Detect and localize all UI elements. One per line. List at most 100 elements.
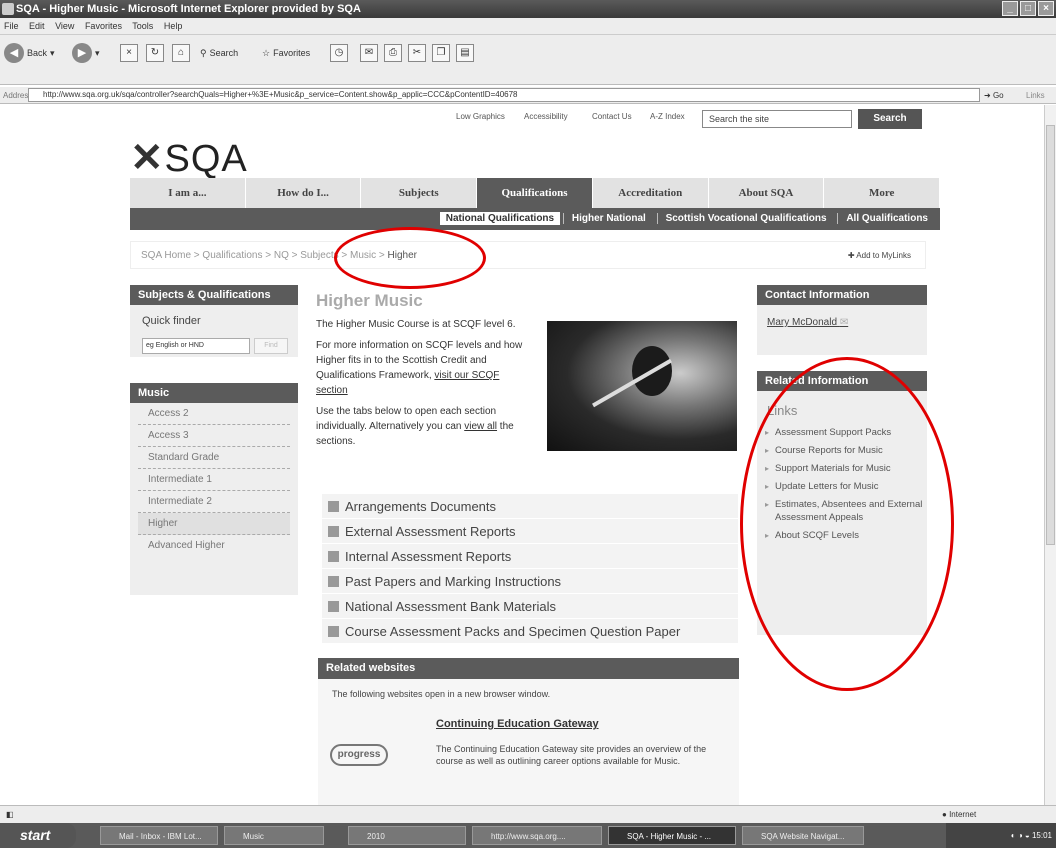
subnav-higher-national[interactable]: Higher National — [562, 213, 654, 224]
close-button[interactable]: × — [1038, 1, 1054, 16]
tray-icons: ◐ ◑ ◒ — [1010, 831, 1032, 840]
address-input[interactable]: http://www.sqa.org.uk/sqa/controller?sea… — [28, 88, 980, 102]
view-all-link[interactable]: view all — [464, 421, 497, 432]
menu-file[interactable]: File — [4, 21, 19, 31]
continuing-education-link[interactable]: Continuing Education Gateway — [436, 718, 599, 730]
sqa-logo[interactable]: ✕SQA — [130, 135, 248, 181]
back-arrow-icon: ◀ — [4, 43, 24, 63]
copy-button[interactable]: ❐ — [432, 41, 450, 65]
task-mail-inbox[interactable]: Mail - Inbox - IBM Lot... — [100, 826, 218, 845]
music-item-intermediate2[interactable]: Intermediate 2 — [138, 491, 290, 513]
expand-icon — [328, 600, 339, 612]
clock: 15:01 — [1031, 831, 1052, 840]
task-2010-folder[interactable]: 2010 — [348, 826, 466, 845]
history-button[interactable]: ◷ — [330, 41, 348, 65]
forward-arrow-icon: ▶ — [72, 43, 92, 63]
refresh-icon: ↻ — [146, 44, 164, 62]
nav-i-am-a[interactable]: I am a... — [130, 178, 246, 208]
minimize-button[interactable]: _ — [1002, 1, 1018, 16]
edit-button[interactable]: ✂ — [408, 41, 426, 65]
tabs-paragraph: Use the tabs below to open each section … — [316, 406, 514, 447]
menu-edit[interactable]: Edit — [29, 21, 45, 31]
tab-external-assessment[interactable]: External Assessment Reports — [322, 519, 738, 544]
section-tabs: Arrangements Documents External Assessme… — [322, 494, 738, 644]
refresh-button[interactable]: ↻ — [146, 41, 164, 65]
contact-information-box: Contact Information Mary McDonald ✉ — [757, 285, 927, 355]
contact-us-link[interactable]: Contact Us — [592, 112, 632, 121]
az-index-link[interactable]: A-Z Index — [650, 112, 685, 121]
star-icon: ☆ — [262, 48, 271, 58]
task-higher-music[interactable]: SQA - Higher Music - ... — [608, 826, 736, 845]
subnav-svq[interactable]: Scottish Vocational Qualifications — [656, 213, 835, 224]
subnav-all-qualifications[interactable]: All Qualifications — [837, 213, 936, 224]
mail-button[interactable]: ✉ — [360, 41, 378, 65]
saltire-icon: ✕ — [130, 136, 165, 180]
progress-logo: progress — [330, 744, 388, 766]
nav-more[interactable]: More — [824, 178, 941, 208]
related-websites-title: Related websites — [318, 658, 739, 679]
paste-icon: ▤ — [456, 44, 474, 62]
paste-button[interactable]: ▤ — [456, 41, 474, 65]
tab-internal-assessment[interactable]: Internal Assessment Reports — [322, 544, 738, 569]
menu-favorites[interactable]: Favorites — [85, 21, 122, 31]
low-graphics-link[interactable]: Low Graphics — [456, 112, 505, 121]
back-button[interactable]: ◀ Back ▾ — [4, 41, 55, 65]
add-to-mylinks[interactable]: ✚ Add to MyLinks — [848, 242, 911, 270]
subjects-qualifications-box: Subjects & Qualifications Quick finder e… — [130, 285, 298, 357]
quick-finder-label: Quick finder — [142, 315, 201, 327]
accessibility-link[interactable]: Accessibility — [524, 112, 568, 121]
stop-button[interactable]: × — [120, 41, 138, 65]
site-search-button[interactable]: Search — [858, 109, 922, 129]
address-bar: Address http://www.sqa.org.uk/sqa/contro… — [0, 87, 1056, 104]
menu-tools[interactable]: Tools — [132, 21, 153, 31]
vertical-scrollbar[interactable] — [1044, 105, 1056, 805]
task-sqa-browser[interactable]: http://www.sqa.org.... — [472, 826, 602, 845]
nav-how-do-i[interactable]: How do I... — [246, 178, 362, 208]
globe-icon: ● — [942, 810, 947, 819]
breadcrumb: SQA Home > Qualifications > NQ > Subject… — [130, 241, 926, 269]
contact-name-link[interactable]: Mary McDonald ✉ — [757, 305, 927, 328]
web-page: Low Graphics Accessibility Contact Us A-… — [0, 105, 1044, 805]
nav-accreditation[interactable]: Accreditation — [593, 178, 709, 208]
nav-about-sqa[interactable]: About SQA — [709, 178, 825, 208]
subnav-national-qualifications[interactable]: National Qualifications — [439, 212, 561, 225]
links-toolbar[interactable]: Links — [1026, 87, 1045, 104]
tab-past-papers[interactable]: Past Papers and Marking Instructions — [322, 569, 738, 594]
tab-course-assessment[interactable]: Course Assessment Packs and Specimen Que… — [322, 619, 738, 644]
site-search-input[interactable]: Search the site — [702, 110, 852, 128]
print-button[interactable]: ⎙ — [384, 41, 402, 65]
music-item-intermediate1[interactable]: Intermediate 1 — [138, 469, 290, 491]
page-status-icon: ◧ — [6, 810, 14, 819]
menu-help[interactable]: Help — [164, 21, 183, 31]
task-music-folder[interactable]: Music — [224, 826, 324, 845]
nav-qualifications[interactable]: Qualifications — [477, 178, 593, 208]
nav-subjects[interactable]: Subjects — [361, 178, 478, 208]
music-title: Music — [130, 383, 298, 403]
quick-finder-input[interactable]: eg English or HND — [142, 338, 250, 354]
expand-icon — [328, 525, 339, 537]
tab-nab-materials[interactable]: National Assessment Bank Materials — [322, 594, 738, 619]
start-button[interactable]: start — [0, 823, 76, 848]
scqf-paragraph: For more information on SCQF levels and … — [316, 340, 523, 396]
scroll-thumb[interactable] — [1046, 125, 1055, 545]
music-item-higher[interactable]: Higher — [138, 513, 290, 535]
task-website-navigation[interactable]: SQA Website Navigat... — [742, 826, 864, 845]
favorites-button[interactable]: ☆ Favorites — [262, 41, 310, 65]
maximize-button[interactable]: □ — [1020, 1, 1036, 16]
go-button[interactable]: ➜ Go — [984, 87, 1004, 104]
email-icon: ✉ — [839, 317, 849, 328]
home-button[interactable]: ⌂ — [172, 41, 190, 65]
quick-finder-button[interactable]: Find — [254, 338, 288, 354]
browser-toolbar: ◀ Back ▾ ▶ ▾ × ↻ ⌂ ⚲ Search ☆ Favorites ◷ ✉ ⎙… — [0, 35, 1056, 85]
menu-view[interactable]: View — [55, 21, 74, 31]
tab-arrangements[interactable]: Arrangements Documents — [322, 494, 738, 519]
music-item-access3[interactable]: Access 3 — [138, 425, 290, 447]
forward-button[interactable]: ▶ ▾ — [72, 41, 100, 65]
music-item-standard-grade[interactable]: Standard Grade — [138, 447, 290, 469]
search-button-toolbar[interactable]: ⚲ Search — [200, 41, 238, 65]
window-title: SQA - Higher Music - Microsoft Internet … — [16, 3, 361, 15]
music-item-advanced-higher[interactable]: Advanced Higher — [138, 535, 290, 557]
violinist-photo — [547, 321, 737, 451]
cut-icon: ✂ — [408, 44, 426, 62]
music-item-access2[interactable]: Access 2 — [138, 403, 290, 425]
